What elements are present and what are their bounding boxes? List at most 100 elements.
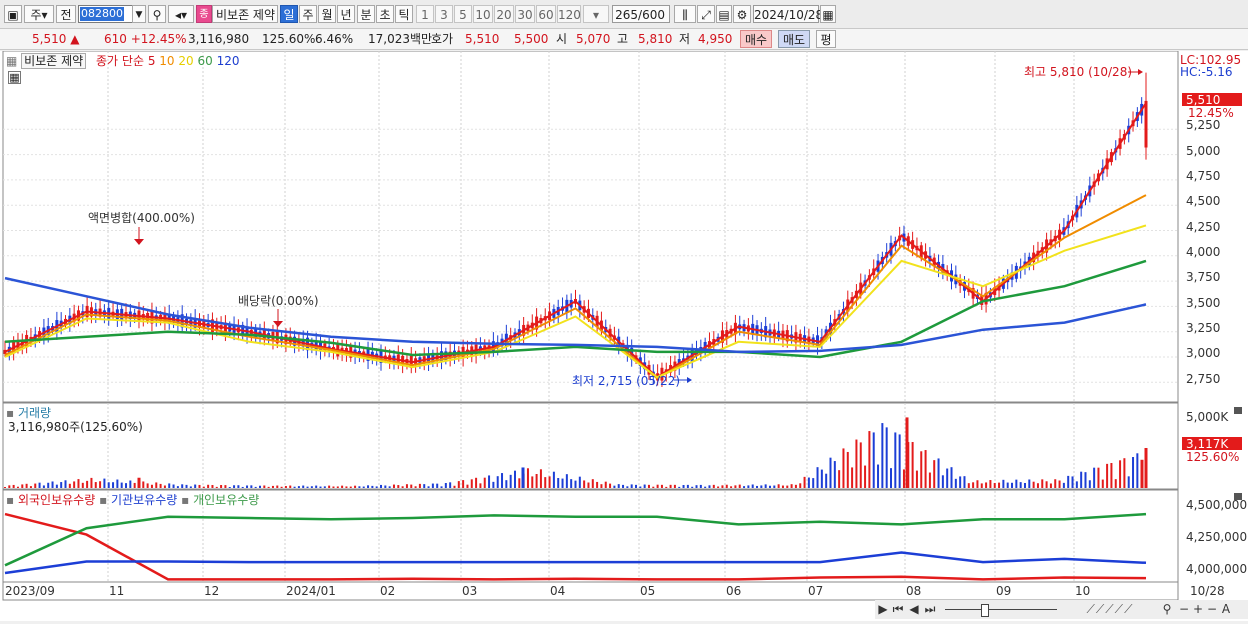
volume-bar (976, 480, 979, 488)
interval-20-button[interactable]: 20 (494, 5, 514, 23)
zoom-slider-handle[interactable] (981, 604, 989, 617)
volume-bar (1002, 479, 1005, 488)
x-label-03: 03 (462, 584, 477, 598)
volume-bar (42, 485, 45, 488)
x-label-06: 06 (726, 584, 741, 598)
interval-1-button[interactable]: 1 (416, 5, 434, 23)
scroll-forward-icon[interactable]: ⏭ (923, 602, 937, 617)
volume-bar (967, 483, 970, 488)
code-dropdown-icon[interactable]: ▼ (132, 5, 146, 23)
interval-3-button[interactable]: 3 (435, 5, 453, 23)
volume-bar (21, 484, 24, 488)
volume-bar (51, 481, 54, 488)
date-input[interactable]: 2024/10/28 (753, 5, 823, 23)
market-select[interactable]: 주▾ (24, 5, 54, 23)
gear-icon[interactable]: ⚙ (733, 5, 751, 23)
volume-bar (682, 485, 685, 488)
tab-minute[interactable]: 분 (357, 5, 375, 23)
stock-badge: 종 (196, 5, 212, 23)
interval-dropdown[interactable]: ▾ (583, 5, 609, 23)
tab-week[interactable]: 주 (299, 5, 317, 23)
search-icon[interactable]: ⚲ (148, 5, 166, 23)
zoom-slider[interactable] (941, 602, 1061, 617)
candle-icon[interactable]: ⫼ (674, 5, 696, 23)
volume-bar (600, 484, 603, 488)
stock-code-value: 082800 (80, 7, 124, 21)
speaker-icon[interactable]: ◂▾ (168, 5, 194, 23)
volume-bar (786, 485, 789, 488)
y-tick-3250: 3,250 (1186, 321, 1220, 335)
volume-bar (1114, 479, 1117, 488)
high-price: 5,810 (638, 32, 673, 46)
volume-bar (557, 478, 560, 488)
scroll-right-icon[interactable]: ▶ (877, 602, 889, 617)
volume-bar (1019, 482, 1022, 488)
volume-bar (777, 484, 780, 488)
volume-bar (86, 480, 89, 488)
count-input[interactable]: 265/600 (612, 5, 670, 23)
price-text: 5,510 (32, 32, 67, 46)
chart-area[interactable]: LC:102.95 HC:-5.16 5,510 12.45% 5,250 5,… (0, 50, 1248, 621)
scroll-back-icon[interactable]: ◀ (907, 602, 921, 617)
volume-bar (1054, 479, 1057, 488)
calendar-icon[interactable]: ▦ (820, 5, 836, 23)
volume-bar (362, 486, 365, 488)
volume-bar (1032, 481, 1035, 488)
volume-bar (954, 478, 957, 488)
interval-10-button[interactable]: 10 (473, 5, 493, 23)
volume-bar (418, 483, 421, 488)
sell-button[interactable]: 매도 (778, 30, 810, 48)
zoom-in-icon[interactable]: + (1191, 602, 1205, 617)
holding-panel-close-icon[interactable] (1234, 493, 1242, 500)
buy-button[interactable]: 매수 (740, 30, 772, 48)
volume-panel-close-icon[interactable] (1234, 407, 1242, 414)
zoom-out-icon[interactable]: − (1177, 602, 1191, 617)
interval-5-button[interactable]: 5 (454, 5, 472, 23)
volume-bar (159, 483, 162, 488)
volume-bar (276, 485, 279, 488)
tab-month[interactable]: 월 (318, 5, 336, 23)
volume-bar (794, 484, 797, 488)
interval-60-button[interactable]: 60 (536, 5, 556, 23)
volume-bar (496, 476, 499, 488)
window-menu-icon[interactable]: ▣ (4, 5, 22, 23)
volume-bar (630, 484, 633, 488)
volume-bar (371, 485, 374, 488)
indicator-icon[interactable]: ⤢ (697, 5, 715, 23)
x-label-04: 04 (550, 584, 565, 598)
interval-30-button[interactable]: 30 (515, 5, 535, 23)
volume-bar (68, 483, 71, 488)
font-size-icon[interactable]: A (1219, 602, 1233, 617)
volume-bar (423, 484, 426, 488)
save-icon[interactable]: ▤ (716, 5, 732, 23)
prev-button[interactable]: 전 (56, 5, 76, 23)
toolbar: ▣ 주▾ 전 082800 ▼ ⚲ ◂▾ 종 비보존 제약 일 주 월 년 분 … (0, 0, 1248, 29)
volume-bar (55, 484, 58, 488)
tab-tick[interactable]: 틱 (395, 5, 413, 23)
annotation-merge: 액면병합(400.00%) (88, 211, 195, 225)
volume-info: 3,116,980주(125.60%) (8, 420, 143, 434)
scroll-start-icon[interactable]: ⏮ (891, 602, 905, 617)
stock-chart-svg[interactable]: LC:102.95 HC:-5.16 5,510 12.45% 5,250 5,… (0, 50, 1248, 621)
volume-bar (375, 486, 378, 488)
volume-bar (341, 485, 344, 488)
volume-bar (289, 485, 292, 488)
volume-bar (237, 485, 240, 488)
drawing-tools-icons[interactable]: ⟋⟋⟋⟋⟋ (1065, 602, 1155, 617)
volume-bar (730, 486, 733, 488)
tab-second[interactable]: 초 (376, 5, 394, 23)
volume-bar (479, 483, 482, 488)
interval-120-button[interactable]: 120 (557, 5, 581, 23)
tab-year[interactable]: 년 (337, 5, 355, 23)
volume-bar (812, 478, 815, 488)
y-tick-4000: 4,000 (1186, 245, 1220, 259)
volume-bar (946, 468, 949, 488)
current-volume-label: 3,117K (1186, 437, 1229, 451)
volume-bar (933, 460, 936, 488)
volume-bar (561, 478, 564, 488)
table-icon[interactable]: ▦ (8, 71, 21, 84)
magnifier-icon[interactable]: ⚲ (1159, 602, 1175, 617)
tab-day[interactable]: 일 (280, 5, 298, 23)
flat-button[interactable]: 평 (816, 30, 836, 48)
volume-bar (81, 482, 84, 488)
